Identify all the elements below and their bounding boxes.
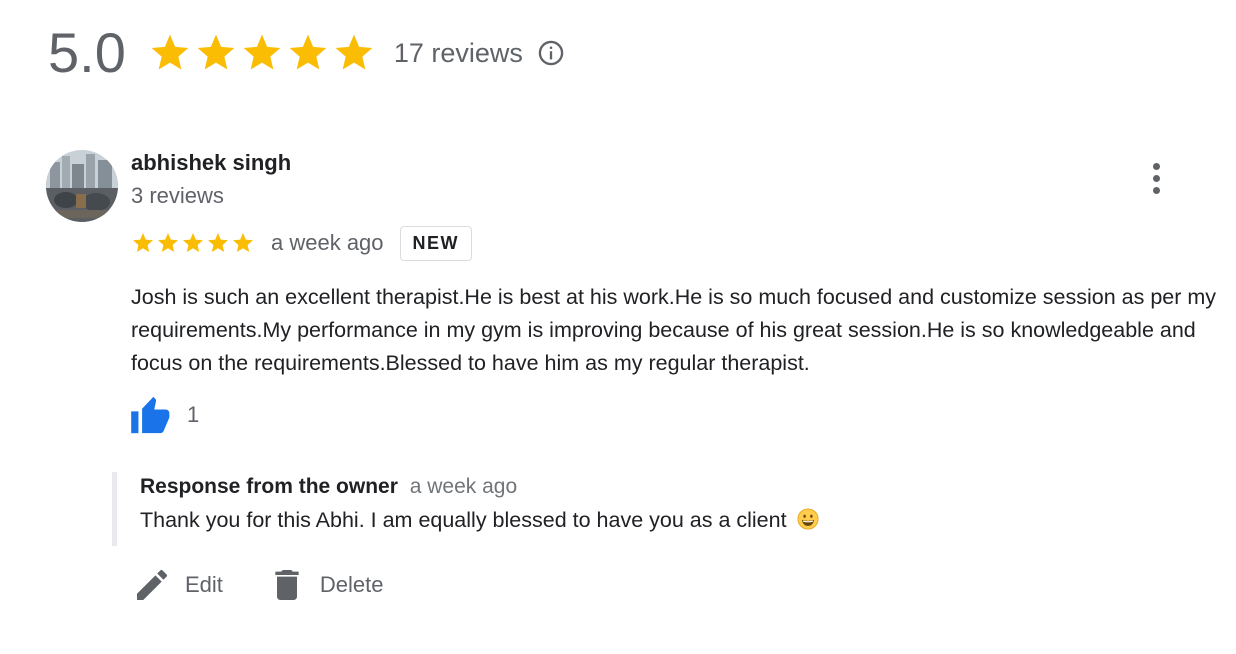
star-icon: [151, 34, 189, 70]
review-actions: Edit Delete: [132, 565, 384, 605]
owner-response-label: Response from the owner: [140, 475, 398, 498]
star-icon: [233, 233, 253, 252]
more-options-button[interactable]: [1140, 158, 1172, 198]
reviewer-name[interactable]: abhishek singh: [131, 150, 291, 176]
star-icon: [335, 34, 373, 70]
reviewer-review-count[interactable]: 3 reviews: [131, 183, 224, 209]
review-time: a week ago: [271, 230, 384, 255]
star-icon: [158, 233, 178, 252]
star-icon: [208, 233, 228, 252]
more-vert-icon: [1152, 162, 1160, 170]
review-count[interactable]: 17 reviews: [394, 38, 523, 69]
average-stars: [148, 31, 376, 75]
review-rating-row: a week ago NEW: [131, 225, 473, 261]
owner-response-text: Thank you for this Abhi. I am equally bl…: [140, 508, 787, 532]
thumbs-up-icon[interactable]: [131, 395, 175, 435]
edit-label: Edit: [185, 572, 223, 597]
star-icon: [243, 34, 281, 70]
rating-summary: 5.0 17 reviews: [48, 18, 565, 88]
like-row: 1: [131, 395, 199, 435]
delete-label: Delete: [319, 572, 384, 597]
review-stars: [131, 231, 255, 255]
avatar[interactable]: [46, 150, 118, 222]
owner-response-time: a week ago: [409, 475, 518, 498]
trash-icon: [275, 570, 299, 600]
like-count: 1: [187, 402, 200, 427]
pencil-icon: [137, 569, 168, 600]
star-icon: [197, 34, 235, 70]
owner-response: Response from the owner a week ago Thank…: [112, 472, 819, 546]
new-badge: NEW: [399, 225, 473, 261]
average-rating: 5.0: [48, 21, 126, 84]
avatar-photo: [46, 150, 118, 222]
info-icon[interactable]: [537, 39, 565, 67]
star-icon: [183, 233, 203, 252]
edit-button[interactable]: Edit: [132, 565, 223, 605]
grinning-face-emoji-icon: [797, 508, 819, 530]
review-text: Josh is such an excellent therapist.He i…: [131, 285, 1217, 375]
star-icon: [133, 233, 153, 252]
delete-button[interactable]: Delete: [267, 565, 384, 605]
star-icon: [289, 34, 327, 70]
